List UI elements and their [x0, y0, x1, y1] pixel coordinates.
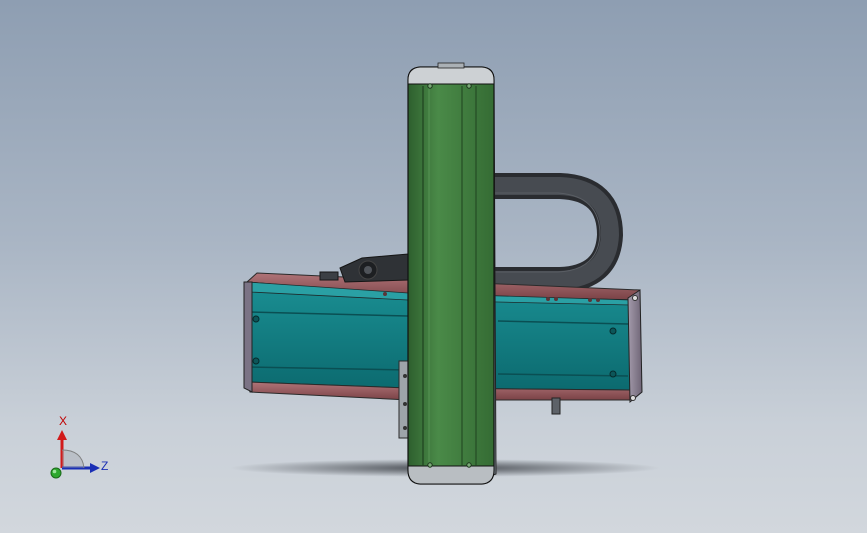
vertical-green-column	[407, 66, 495, 485]
vertical-top-cap	[407, 66, 495, 85]
axis-x-label: X	[59, 414, 68, 428]
3d-viewport[interactable]: X Z	[0, 0, 867, 533]
vertical-bottom-cap	[407, 465, 495, 485]
carriage-bracket[interactable]	[319, 253, 409, 283]
cable-chain[interactable]	[493, 173, 624, 293]
gantry-model[interactable]	[0, 0, 867, 533]
right-end-cap	[627, 289, 643, 404]
axis-z-label: Z	[101, 459, 109, 473]
vertical-axis[interactable]	[398, 62, 497, 485]
left-end-cap	[243, 281, 253, 393]
reference-triad: X Z	[40, 408, 130, 488]
